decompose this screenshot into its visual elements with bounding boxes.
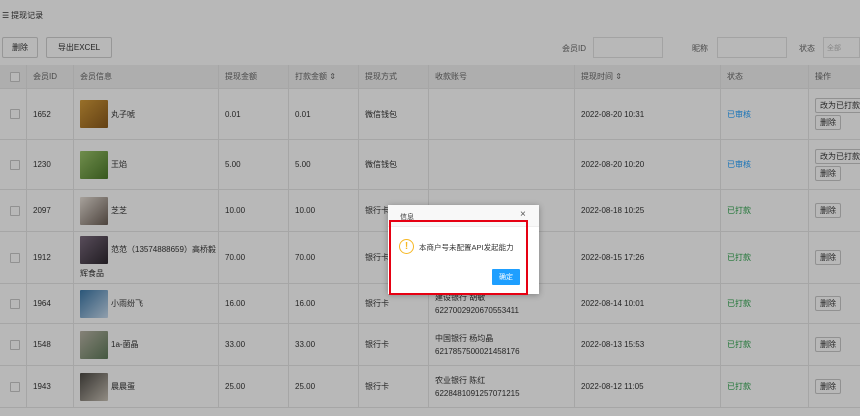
close-icon[interactable]: × [520,210,526,220]
withdraw-records-page: ☰ 提现记录 删除 导出EXCEL 会员ID 昵称 状态 全部 会员ID 会员信… [0,0,860,416]
highlight-annotation [389,220,528,295]
